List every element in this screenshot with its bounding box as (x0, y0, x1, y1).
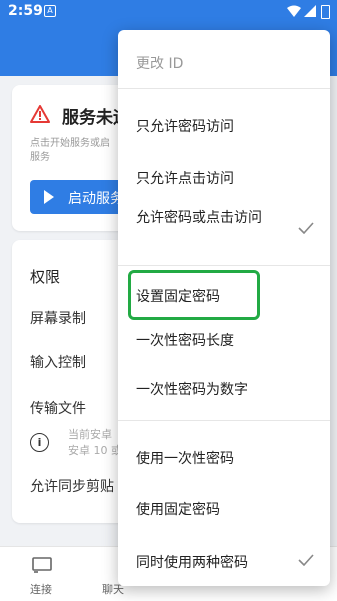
note-line-2: 安卓 10 或 (68, 444, 122, 457)
permission-screen-recording[interactable]: 屏幕录制 (30, 308, 86, 328)
permission-file-transfer[interactable]: 传输文件 (30, 398, 86, 418)
battery-icon (321, 5, 330, 19)
permission-clipboard-sync[interactable]: 允许同步剪贴 (30, 476, 114, 496)
menu-click-only[interactable]: 只允许点击访问 (136, 168, 234, 188)
wifi-icon (287, 5, 301, 17)
note-line-1: 当前安卓 (68, 428, 112, 441)
menu-change-id: 更改 ID (136, 56, 184, 72)
info-icon: i (30, 433, 49, 452)
menu-password-or-click[interactable]: 允许密码或点击访问 (136, 206, 276, 230)
menu-divider (118, 88, 330, 89)
check-icon (298, 554, 314, 566)
start-service-label: 启动服务 (68, 191, 124, 207)
menu-password-only[interactable]: 只允许密码访问 (136, 116, 234, 136)
permissions-title: 权限 (30, 268, 61, 286)
nav-connect[interactable]: 连接 (30, 581, 52, 597)
menu-divider (118, 420, 330, 421)
warning-icon (30, 105, 50, 123)
menu-divider (118, 265, 330, 266)
menu-one-time-password-numeric[interactable]: 一次性密码为数字 (136, 379, 248, 399)
menu-use-fixed-password[interactable]: 使用固定密码 (136, 499, 220, 519)
android-version-note: 当前安卓 安卓 10 或 (68, 427, 122, 459)
cast-icon[interactable] (32, 557, 52, 573)
play-icon (44, 190, 54, 204)
check-icon (298, 222, 314, 234)
signal-icon (304, 5, 316, 17)
menu-one-time-password-length[interactable]: 一次性密码长度 (136, 330, 234, 350)
menu-use-one-time-password[interactable]: 使用一次性密码 (136, 448, 234, 468)
highlight-box (128, 270, 260, 320)
status-bar: 2:59 A (0, 0, 337, 24)
menu-use-both-passwords[interactable]: 同时使用两种密码 (136, 552, 248, 572)
permission-input-control[interactable]: 输入控制 (30, 352, 86, 372)
status-time: 2:59 (8, 3, 43, 19)
notification-icon: A (44, 5, 56, 17)
